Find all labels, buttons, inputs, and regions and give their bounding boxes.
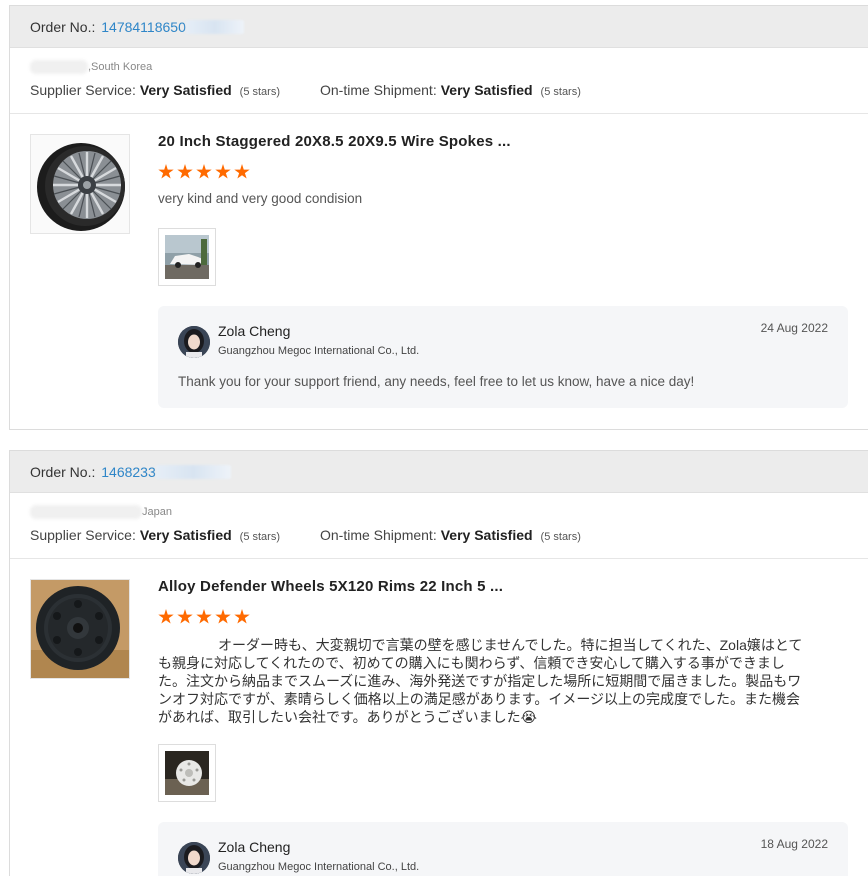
order-number-redaction <box>185 19 244 34</box>
supplier-service-stars: (5 stars) <box>239 531 280 543</box>
star-icon <box>196 609 212 624</box>
review-card: Order No.: 1468233 Japan Supplier Servic… <box>9 450 868 876</box>
reply-text: Thank you for your support friend, any n… <box>178 374 695 389</box>
shipment-label: On-time Shipment: <box>320 527 437 543</box>
steel-wheel-image <box>31 580 129 678</box>
buyer-info: ,South Korea Supplier Service: Very Sati… <box>10 48 868 114</box>
avatar-image <box>178 326 210 358</box>
star-icon <box>234 164 250 179</box>
wheel-image <box>31 135 129 233</box>
supplier-service-label: Supplier Service: <box>30 82 136 98</box>
service-ratings: Supplier Service: Very Satisfied (5 star… <box>30 527 858 543</box>
star-icon <box>158 609 174 624</box>
review-comment: オーダー時も、大変親切で言葉の壁を感じませんでした。特に担当してくれた、Zola… <box>158 637 803 725</box>
star-icon <box>215 609 231 624</box>
star-icon <box>234 609 250 624</box>
product-thumbnail[interactable] <box>30 579 130 679</box>
reply-date: 24 Aug 2022 <box>760 321 828 335</box>
avatar-image <box>178 842 210 874</box>
car-photo-image <box>165 235 209 279</box>
order-header: Order No.: 14784118650 <box>10 6 868 48</box>
star-icon <box>215 164 231 179</box>
product-title-link[interactable]: Alloy Defender Wheels 5X120 Rims 22 Inch… <box>158 578 503 595</box>
buyer-location: Japan <box>30 503 858 521</box>
review-comment: very kind and very good condision <box>158 191 363 206</box>
review-photo[interactable] <box>158 228 216 286</box>
buyer-name-redaction <box>30 60 88 74</box>
avatar <box>178 326 210 358</box>
product-rating-stars <box>158 609 250 625</box>
review-card: Order No.: 14784118650 ,South Korea Supp… <box>9 5 868 430</box>
reply-company: Guangzhou Megoc International Co., Ltd. <box>218 861 420 873</box>
buyer-name-redaction <box>30 505 142 519</box>
supplier-reply: Zola Cheng Guangzhou Megoc International… <box>158 306 848 408</box>
supplier-reply: Zola Cheng Guangzhou Megoc International… <box>158 822 848 876</box>
supplier-service-value: Very Satisfied <box>139 82 232 98</box>
review-photo[interactable] <box>158 744 216 802</box>
reply-author-name: Zola Cheng <box>218 323 291 339</box>
buyer-country: Japan <box>142 506 172 518</box>
avatar <box>178 842 210 874</box>
order-header: Order No.: 1468233 <box>10 451 868 493</box>
order-number-redaction <box>155 464 231 479</box>
wheel-photo-image <box>165 751 209 795</box>
order-number-link[interactable]: 14784118650 <box>101 19 186 35</box>
supplier-service-label: Supplier Service: <box>30 527 136 543</box>
product-rating-stars <box>158 164 250 180</box>
buyer-info: Japan Supplier Service: Very Satisfied (… <box>10 493 868 559</box>
star-icon <box>158 164 174 179</box>
order-number-link[interactable]: 1468233 <box>101 464 156 480</box>
reply-company: Guangzhou Megoc International Co., Ltd. <box>218 345 420 357</box>
star-icon <box>177 609 193 624</box>
service-ratings: Supplier Service: Very Satisfied (5 star… <box>30 82 858 98</box>
order-label: Order No.: <box>30 18 96 35</box>
order-label: Order No.: <box>30 463 96 480</box>
star-icon <box>177 164 193 179</box>
shipment-stars: (5 stars) <box>540 86 581 98</box>
shipment-label: On-time Shipment: <box>320 82 437 98</box>
buyer-country: ,South Korea <box>88 61 153 73</box>
shipment-value: Very Satisfied <box>440 527 533 543</box>
buyer-location: ,South Korea <box>30 58 858 76</box>
product-thumbnail[interactable] <box>30 134 130 234</box>
supplier-service-stars: (5 stars) <box>239 86 280 98</box>
supplier-service-value: Very Satisfied <box>139 527 232 543</box>
shipment-stars: (5 stars) <box>540 531 581 543</box>
reply-author-name: Zola Cheng <box>218 839 291 855</box>
star-icon <box>196 164 212 179</box>
reply-date: 18 Aug 2022 <box>760 837 828 851</box>
product-title-link[interactable]: 20 Inch Staggered 20X8.5 20X9.5 Wire Spo… <box>158 133 511 150</box>
shipment-value: Very Satisfied <box>440 82 533 98</box>
